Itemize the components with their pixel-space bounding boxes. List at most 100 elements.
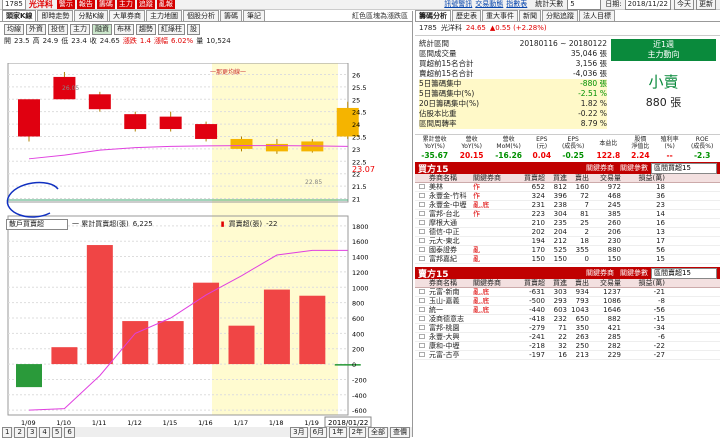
range-button-1[interactable]: 6月 <box>309 426 328 438</box>
col-header[interactable]: 交易量 <box>589 278 621 288</box>
vol-tick: 1200 <box>352 269 369 277</box>
link-index[interactable]: 指數表 <box>506 0 527 9</box>
today-button[interactable]: 今天 <box>674 0 694 10</box>
left-tab-2[interactable]: 分點K線 <box>74 10 109 21</box>
col-header[interactable]: 損益(萬) <box>621 278 665 288</box>
menu-item-5[interactable]: 亂報 <box>156 0 175 9</box>
price-tick: 22 <box>352 171 360 179</box>
fin-head: 累計營收 YoY(%) <box>422 136 447 150</box>
buy-select[interactable]: 區間買超15 <box>651 162 717 174</box>
row-checkbox[interactable]: ☐ <box>415 219 429 227</box>
toggle-4[interactable]: 融資 <box>92 24 112 35</box>
left-tab-7[interactable]: 筆記 <box>243 10 266 21</box>
col-header[interactable]: 買進 <box>545 173 567 183</box>
right-tab-5[interactable]: 法人目標 <box>579 10 615 21</box>
right-tab-0[interactable]: 籌碼分析 <box>415 10 451 21</box>
toggle-3[interactable]: 主力 <box>70 24 90 35</box>
cell: 350 <box>575 324 589 332</box>
fin-value: 0.04 <box>532 151 552 160</box>
sell-select[interactable]: 區間賣超15 <box>651 267 717 279</box>
page-button-4[interactable]: 5 <box>51 426 63 438</box>
range-button-5[interactable]: 查價 <box>390 426 410 438</box>
row-checkbox[interactable]: ☐ <box>415 351 429 359</box>
left-tab-4[interactable]: 主力地圖 <box>146 10 183 21</box>
toggle-7[interactable]: 紅綠柱 <box>158 24 185 35</box>
right-tab-3[interactable]: 新聞 <box>519 10 541 21</box>
range-button-2[interactable]: 1年 <box>329 426 347 438</box>
link-alerts[interactable]: 訊號警訊 <box>444 0 472 9</box>
toggle-5[interactable]: 布林 <box>114 24 134 35</box>
cell: 421 <box>607 324 621 332</box>
row-checkbox[interactable]: ☐ <box>415 237 429 245</box>
range-button-4[interactable]: 全部 <box>368 426 388 438</box>
days-select[interactable]: 5 <box>567 0 602 10</box>
col-header[interactable]: 買賣超 <box>515 278 545 288</box>
row-checkbox[interactable]: ☐ <box>415 228 429 236</box>
row-checkbox[interactable]: ☐ <box>415 333 429 341</box>
date-input[interactable]: 2018/11/22 <box>624 0 671 10</box>
cell: 882 <box>607 315 621 323</box>
menu-item-1[interactable]: 報告 <box>76 0 95 9</box>
row-checkbox[interactable]: ☐ <box>415 255 429 263</box>
menu-item-4[interactable]: 追蹤 <box>136 0 155 9</box>
row-checkbox[interactable]: ☐ <box>415 210 429 218</box>
stock-code[interactable]: 1785 <box>2 0 26 10</box>
col-header[interactable]: 買賣超 <box>515 173 545 183</box>
left-tab-1[interactable]: 即時走勢 <box>37 10 74 21</box>
toggle-0[interactable]: 均線 <box>4 24 24 35</box>
page-button-1[interactable]: 2 <box>14 426 25 438</box>
sell-row[interactable]: ☐ 元富-古亭 -197 16 213 229 -27 <box>415 351 720 360</box>
left-tab-6[interactable]: 籌碼 <box>220 10 243 21</box>
lower-select[interactable]: 散戶買賣超 <box>6 219 68 230</box>
toggle-8[interactable]: 設 <box>187 24 200 35</box>
toggle-1[interactable]: 外資 <box>26 24 46 35</box>
left-tab-5[interactable]: 個股分析 <box>183 10 220 21</box>
refresh-button[interactable]: 更新 <box>696 0 716 10</box>
row-checkbox[interactable]: ☐ <box>415 297 429 305</box>
col-header[interactable]: 賣出 <box>567 173 589 183</box>
cell: 230 <box>607 237 621 245</box>
toggle-2[interactable]: 投信 <box>48 24 68 35</box>
right-tab-2[interactable]: 重大事件 <box>482 10 518 21</box>
row-checkbox[interactable]: ☐ <box>415 315 429 323</box>
link-trade[interactable]: 交易動態 <box>475 0 503 9</box>
left-tab-0[interactable]: 頭家K線 <box>2 10 37 21</box>
row-checkbox[interactable]: ☐ <box>415 183 429 191</box>
stat-value: 1.82 % <box>580 99 607 108</box>
page-button-2[interactable]: 3 <box>26 426 38 438</box>
row-checkbox[interactable]: ☐ <box>415 288 429 296</box>
range-button-3[interactable]: 2年 <box>348 426 366 438</box>
toggle-6[interactable]: 趨勢 <box>136 24 156 35</box>
price-tick: 25 <box>352 96 360 104</box>
summary-title1: 近1週 <box>652 40 675 49</box>
row-checkbox[interactable]: ☐ <box>415 324 429 332</box>
menu-item-2[interactable]: 籌碼 <box>96 0 115 9</box>
right-tab-1[interactable]: 歷史表 <box>452 10 481 21</box>
col-header[interactable]: 損益(萬) <box>621 173 665 183</box>
col-header[interactable]: 交易量 <box>589 173 621 183</box>
cell: 355 <box>575 246 589 254</box>
vol-tick: 800 <box>352 300 364 308</box>
page-button-3[interactable]: 4 <box>39 426 50 438</box>
row-checkbox[interactable]: ☐ <box>415 192 429 200</box>
menu-item-3[interactable]: 主力 <box>116 0 135 9</box>
cell: 1086 <box>603 297 621 305</box>
row-checkbox[interactable]: ☐ <box>415 246 429 254</box>
col-header[interactable]: 賣出 <box>567 278 589 288</box>
menu-item-0[interactable]: 警示 <box>56 0 75 9</box>
row-checkbox[interactable]: ☐ <box>415 342 429 350</box>
date-tick: 1/15 <box>163 419 178 427</box>
left-tab-3[interactable]: 大單券商 <box>109 10 146 21</box>
page-button-5[interactable]: 6 <box>64 426 75 438</box>
range-button-0[interactable]: 3月 <box>290 426 308 438</box>
row-checkbox[interactable]: ☐ <box>415 201 429 209</box>
row-checkbox[interactable]: ☐ <box>415 306 429 314</box>
cell: 652 <box>531 183 545 191</box>
right-tab-4[interactable]: 分點追蹤 <box>542 10 578 21</box>
buy-row[interactable]: ☐ 富邦嘉紀 亂 150 150 0 150 15 <box>415 255 720 264</box>
cell: 72 <box>580 192 589 200</box>
cell: 作 <box>473 210 480 218</box>
page-button-0[interactable]: 1 <box>2 426 13 438</box>
col-header[interactable]: 買進 <box>545 278 567 288</box>
cell: 18 <box>656 183 665 191</box>
